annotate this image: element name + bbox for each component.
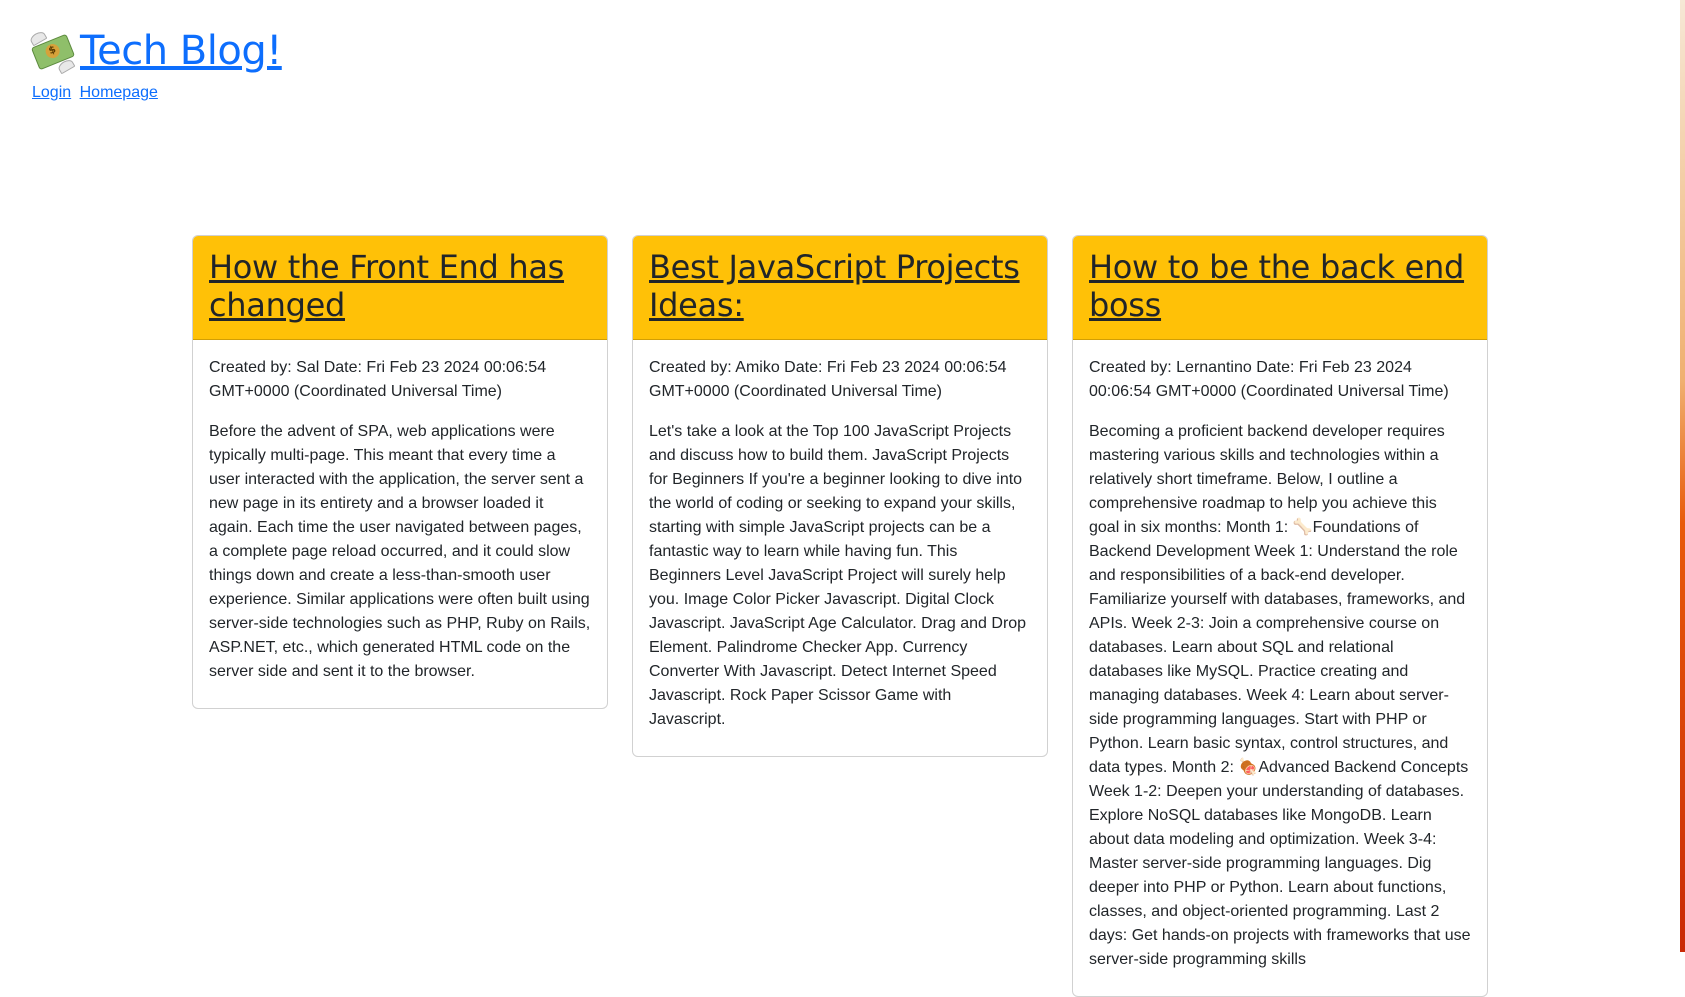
window-edge	[1680, 0, 1685, 952]
login-link[interactable]: Login	[32, 84, 71, 101]
post-card-body: Created by: Lernantino Date: Fri Feb 23 …	[1073, 340, 1487, 996]
post-meta: Created by: Amiko Date: Fri Feb 23 2024 …	[649, 359, 1007, 400]
post-title-link[interactable]: How the Front End has changed	[209, 248, 564, 324]
nav-links: Login Homepage	[32, 84, 282, 102]
post-card-header: How to be the back end boss	[1073, 236, 1487, 340]
post-title-link[interactable]: How to be the back end boss	[1089, 248, 1464, 324]
post-content: Before the advent of SPA, web applicatio…	[209, 423, 591, 680]
money-with-wings-icon: $	[28, 29, 76, 75]
site-header: $ Tech Blog! Login Homepage	[28, 28, 282, 102]
title-row: $ Tech Blog!	[28, 28, 282, 75]
post-meta: Created by: Sal Date: Fri Feb 23 2024 00…	[209, 359, 547, 400]
post-card-header: How the Front End has changed	[193, 236, 607, 340]
post-card-header: Best JavaScript Projects Ideas:	[633, 236, 1047, 340]
post-card: How to be the back end boss Created by: …	[1072, 235, 1488, 997]
post-card-body: Created by: Amiko Date: Fri Feb 23 2024 …	[633, 340, 1047, 756]
post-card: How the Front End has changed Created by…	[192, 235, 608, 709]
post-title-link[interactable]: Best JavaScript Projects Ideas:	[649, 248, 1020, 324]
post-card-body: Created by: Sal Date: Fri Feb 23 2024 00…	[193, 340, 607, 708]
homepage-link[interactable]: Homepage	[80, 84, 158, 101]
post-card: Best JavaScript Projects Ideas: Created …	[632, 235, 1048, 757]
site-title-link[interactable]: Tech Blog!	[80, 28, 282, 74]
post-meta: Created by: Lernantino Date: Fri Feb 23 …	[1089, 359, 1449, 400]
post-content: Becoming a proficient backend developer …	[1089, 423, 1471, 968]
post-content: Let's take a look at the Top 100 JavaScr…	[649, 423, 1027, 728]
